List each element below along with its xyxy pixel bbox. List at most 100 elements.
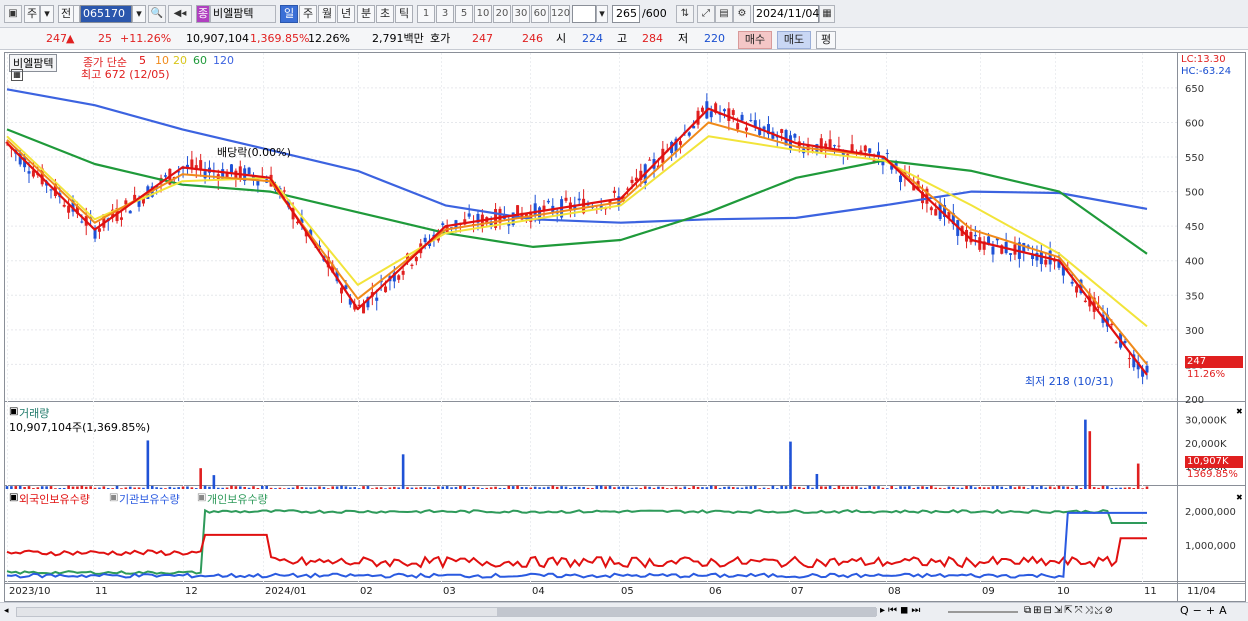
draw-tool-icon[interactable]: ⤢: [697, 5, 715, 23]
zoom-slider[interactable]: [948, 611, 1018, 613]
period-year-button[interactable]: 년: [337, 5, 355, 23]
volume-bar: [199, 468, 202, 489]
period-minute-button[interactable]: 분: [357, 5, 375, 23]
x-tick-label: 10: [1057, 586, 1070, 597]
save-icon[interactable]: ▤: [715, 5, 733, 23]
candle-body: [410, 264, 414, 266]
interval-60-button[interactable]: 60: [531, 5, 549, 23]
volume-pane-close-icon[interactable]: ✖: [1236, 407, 1243, 416]
scroll-track[interactable]: [16, 607, 877, 617]
sell-button[interactable]: 매도: [777, 31, 811, 49]
candle-body: [1044, 259, 1048, 265]
interval-1-button[interactable]: 1: [417, 5, 435, 23]
volume-bar: [899, 486, 902, 489]
speaker-icon[interactable]: ◀◂: [168, 5, 192, 23]
candle-body: [1083, 300, 1087, 303]
buy-button[interactable]: 매수: [738, 31, 772, 49]
candle-body: [850, 144, 854, 152]
volume-bar: [212, 475, 216, 489]
chart-type-icon[interactable]: ⇅: [676, 5, 694, 23]
volume-bar: [850, 486, 854, 489]
interval-10-button[interactable]: 10: [474, 5, 492, 23]
search-icon[interactable]: 🔍: [148, 5, 166, 23]
interval-30-button[interactable]: 30: [512, 5, 530, 23]
volume-bar: [1062, 486, 1065, 489]
volume-bar: [674, 486, 678, 489]
volume-bar: [111, 488, 114, 489]
volume-bar: [819, 486, 823, 489]
count-input[interactable]: 265: [612, 5, 640, 23]
volume-bar: [305, 487, 308, 489]
volume-bar: [155, 487, 158, 489]
table-icon[interactable]: ▦: [11, 69, 23, 81]
volume-bar: [516, 485, 519, 489]
interval-3-button[interactable]: 3: [436, 5, 454, 23]
period-day-button[interactable]: 일: [280, 5, 298, 23]
volume-bar: [1079, 488, 1083, 489]
volume-bar: [120, 488, 123, 489]
candle-body: [401, 270, 405, 275]
volume-bar: [987, 487, 990, 489]
volume-bar: [1097, 487, 1100, 489]
volume-bar: [841, 486, 845, 489]
interval-custom-input[interactable]: [572, 5, 596, 23]
chart-canvas[interactable]: 6506005505004504003503002502002023/10111…: [5, 53, 1245, 601]
chart-area[interactable]: 6506005505004504003503002502002023/10111…: [4, 52, 1246, 602]
period-week-button[interactable]: 주: [299, 5, 317, 23]
interval-dropdown-icon[interactable]: ▾: [596, 5, 608, 23]
interval-20-button[interactable]: 20: [493, 5, 511, 23]
scroll-thumb[interactable]: [497, 608, 877, 616]
candle-body: [885, 153, 889, 155]
volume-bar: [753, 485, 757, 489]
volume-bar: [577, 486, 581, 489]
volume-bar: [714, 486, 717, 489]
volume-bar: [1035, 487, 1039, 489]
eval-button[interactable]: 평: [816, 31, 836, 49]
date-input[interactable]: 2024/11/04: [753, 5, 819, 23]
volume-bar: [890, 486, 894, 489]
volume-bar: [1000, 486, 1004, 489]
market-select[interactable]: 주: [24, 5, 40, 23]
ask-label: 호가: [430, 32, 451, 45]
volume-bar: [1145, 486, 1149, 489]
period-tick-button[interactable]: 틱: [395, 5, 413, 23]
hc-value: HC:-63.24: [1181, 66, 1232, 77]
interval-5-button[interactable]: 5: [455, 5, 473, 23]
volume-bar: [1128, 487, 1131, 489]
code-dropdown-icon[interactable]: ▾: [132, 5, 146, 23]
volume-bar: [415, 487, 418, 489]
volume-bar: [441, 486, 445, 489]
period-second-button[interactable]: 초: [376, 5, 394, 23]
volume-bar: [833, 487, 836, 489]
calendar-icon[interactable]: ▦: [819, 5, 835, 23]
scroll-left-icon[interactable]: ◂: [4, 606, 14, 618]
period-month-button[interactable]: 월: [318, 5, 336, 23]
volume-bar: [626, 486, 629, 489]
volume-bar: [164, 488, 167, 489]
volume-bar: [1044, 487, 1048, 489]
volume-bar: [1040, 485, 1043, 489]
code-input[interactable]: 065170: [80, 5, 132, 23]
volume-bar: [335, 486, 339, 489]
volume-bar: [423, 487, 427, 489]
candle-body: [229, 164, 233, 173]
layout-icon[interactable]: ▣: [4, 5, 22, 23]
volume-bar: [903, 486, 907, 489]
candle-body: [282, 190, 286, 192]
playback-controls-icon[interactable]: ▸⏮◼⏭: [880, 605, 923, 616]
volume-bar: [960, 487, 964, 489]
volume-bar: [855, 486, 858, 489]
holdings-pane-close-icon[interactable]: ✖: [1236, 493, 1243, 502]
scroll-bar[interactable]: ◂ ▸⏮◼⏭ ⧉⊞⊟⇲⇱⤧⤨⤩⊘ Q−+A: [0, 602, 1248, 621]
interval-120-button[interactable]: 120: [550, 5, 570, 23]
volume-bar: [762, 487, 766, 489]
gear-icon[interactable]: ⚙: [733, 5, 751, 23]
candle-body: [727, 108, 731, 122]
ma120-label: 120: [213, 54, 234, 67]
volume-bar: [806, 485, 810, 489]
tool-icons[interactable]: ⧉⊞⊟⇲⇱⤧⤨⤩⊘: [1024, 605, 1115, 616]
turnover-value: 12.26%: [308, 32, 350, 45]
market-dropdown-icon[interactable]: ▾: [40, 5, 54, 23]
market-type-select[interactable]: 전: [58, 5, 74, 23]
zoom-icons[interactable]: Q−+A: [1180, 604, 1231, 617]
